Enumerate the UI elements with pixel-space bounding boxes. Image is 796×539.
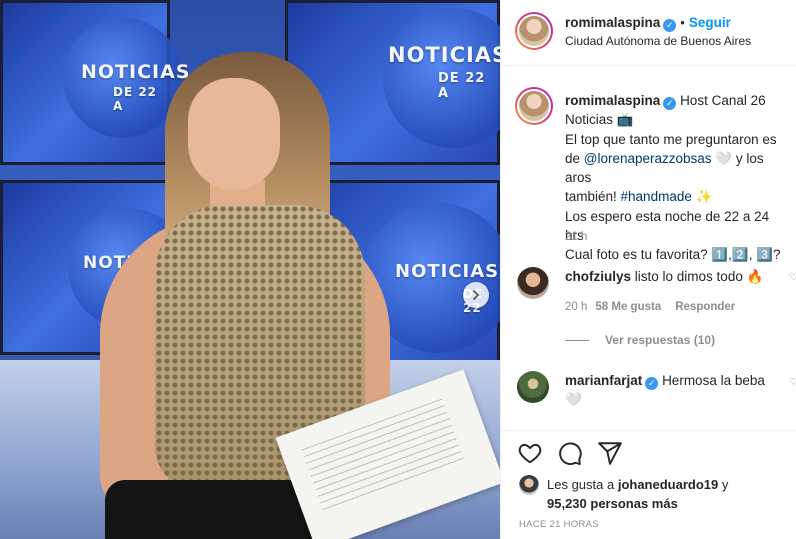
caption-line: Noticias 📺 [565, 112, 634, 128]
caption-time: 21 h [565, 231, 588, 243]
post-photo[interactable]: NOTICIAS DE 22 A NOTICIAS DE 22 A NOTICI… [0, 0, 500, 539]
follow-button[interactable]: Seguir [689, 15, 731, 30]
post-caption: romimalaspina ✓ Host Canal 26 Noticias 📺 … [565, 91, 791, 265]
tv-text: DE 22 A [438, 71, 486, 101]
chevron-right-icon [473, 290, 479, 300]
comment-time: 20 h [565, 301, 588, 313]
mention-link[interactable]: @lorenaperazzobsas [584, 151, 712, 166]
reply-button[interactable]: Responder [675, 301, 735, 313]
caption-text: de [565, 150, 584, 166]
separator-dot: • [680, 15, 685, 30]
verified-icon: ✓ [645, 377, 659, 390]
comment-icon[interactable] [557, 440, 583, 466]
likes-count[interactable]: 95,230 personas más [547, 496, 678, 511]
caption-text: ✨ [691, 189, 713, 205]
verified-icon: ✓ [663, 19, 677, 32]
replies-divider [565, 339, 589, 341]
comment-text: listo lo dimos todo 🔥 [634, 269, 764, 284]
tv-monitor: NOTICIAS DE 22 A [0, 0, 190, 165]
post-timestamp[interactable]: HACE 21 HORAS [519, 519, 599, 530]
comment-meta: 20 h 58 Me gusta Responder [565, 301, 735, 313]
caption-line: Host Canal 26 [680, 93, 766, 108]
tv-text: NOTICIAS [388, 43, 500, 67]
caption-line: El top que tanto me preguntaron es [565, 131, 777, 147]
post-location[interactable]: Ciudad Autónoma de Buenos Aires [565, 34, 751, 48]
liker-username[interactable]: johaneduardo19 [618, 477, 718, 492]
verified-icon: ✓ [663, 97, 677, 111]
comment: chofziulys listo lo dimos todo 🔥 [565, 267, 770, 286]
liker-avatar[interactable] [519, 475, 539, 495]
view-replies-button[interactable]: Ver respuestas (10) [565, 333, 715, 347]
commenter-avatar[interactable] [517, 371, 549, 403]
comments-section: romimalaspina ✓ Host Canal 26 Noticias 📺 … [501, 67, 796, 429]
next-photo-button[interactable] [463, 282, 489, 308]
comment-likes[interactable]: 58 Me gusta [595, 301, 661, 313]
comment: marianfarjat ✓ Hermosa la beba 🤍 [565, 371, 770, 409]
comment-text: 🤍 [565, 392, 582, 407]
caption-text: también! [565, 189, 621, 205]
instagram-post: NOTICIAS DE 22 A NOTICIAS DE 22 A NOTICI… [0, 0, 796, 539]
post-side-panel: romimalaspina ✓ • Seguir Ciudad Autónoma de… [500, 0, 796, 539]
share-icon[interactable] [597, 440, 623, 466]
tv-text: NOTICIAS [395, 261, 500, 282]
author-avatar[interactable] [515, 12, 553, 50]
caption-line: Cual foto es tu favorita? 1️⃣,2️⃣, 3️⃣? [565, 247, 781, 263]
caption-line: Los espero esta noche de 22 a 24 hrs [565, 208, 770, 244]
caption-author-avatar[interactable] [515, 87, 553, 125]
like-comment-icon[interactable]: ♡ [789, 377, 796, 388]
likes-prefix: Les gusta a [547, 477, 618, 492]
header-line: romimalaspina ✓ • Seguir [565, 15, 731, 32]
post-header: romimalaspina ✓ • Seguir Ciudad Autónoma de… [501, 0, 796, 66]
commenter-username[interactable]: chofziulys [565, 269, 631, 284]
comment-text: Hermosa la beba [662, 373, 765, 388]
like-comment-icon[interactable]: ♡ [789, 272, 796, 283]
person-face [188, 78, 280, 190]
heart-icon[interactable] [517, 440, 543, 466]
view-replies-label: Ver respuestas (10) [605, 333, 716, 347]
author-username[interactable]: romimalaspina [565, 15, 660, 30]
commenter-avatar[interactable] [517, 267, 549, 299]
likes-summary: Les gusta a johaneduardo19 y 95,230 pers… [519, 475, 789, 513]
hashtag-link[interactable]: #handmade [621, 189, 692, 204]
commenter-username[interactable]: marianfarjat [565, 373, 642, 388]
tv-text: NOTICIAS [81, 61, 191, 83]
caption-username[interactable]: romimalaspina [565, 93, 660, 108]
tv-text: DE 22 A [113, 85, 158, 113]
likes-mid: y [718, 477, 729, 492]
post-actions: Les gusta a johaneduardo19 y 95,230 pers… [501, 430, 796, 539]
